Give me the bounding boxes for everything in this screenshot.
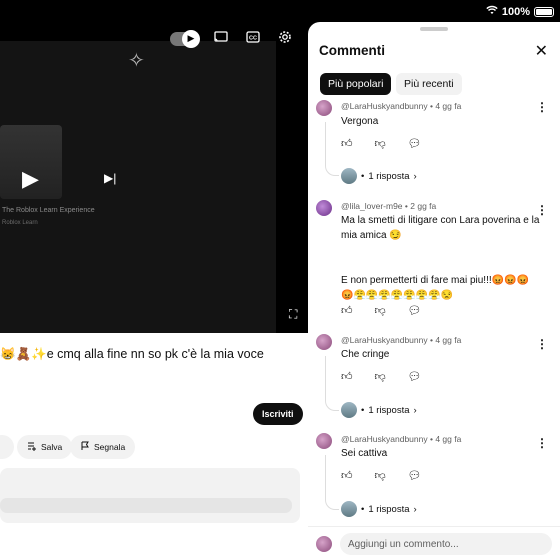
tab-most-popular[interactable]: Più popolari [320, 73, 392, 95]
reply-icon[interactable]: 💬︎ [408, 370, 422, 383]
subscribe-button[interactable]: Iscriviti [253, 403, 303, 425]
report-button[interactable]: Segnala [70, 435, 136, 459]
comment-author[interactable]: @lila_lover-m9e [341, 201, 403, 211]
comment-meta: @LaraHuskyandbunny • 4 gg fa [341, 335, 462, 345]
replies-link[interactable]: • 1 risposta › [341, 168, 417, 184]
gear-icon[interactable] [276, 30, 294, 47]
svg-text:CC: CC [249, 36, 257, 42]
captions-icon[interactable]: CC [244, 31, 262, 46]
comment-actions: 👍︎ 👎︎ 💬︎ [341, 370, 422, 383]
reply-avatar [341, 402, 357, 418]
status-bar: 100% [0, 0, 560, 22]
like-icon[interactable]: 👍︎ [341, 370, 353, 383]
comment-text: Ma la smetti di litigare con Lara poveri… [341, 215, 540, 301]
reply-avatar [341, 501, 357, 517]
comment-author[interactable]: @LaraHuskyandbunny [341, 101, 428, 111]
sparkle-icon: ✧ [128, 50, 145, 72]
replies-count: 1 risposta [368, 503, 410, 515]
endscreen-channel: Roblox Learn [2, 220, 38, 226]
reply-bullet: • [361, 503, 365, 515]
next-icon[interactable]: ▶| [104, 171, 116, 185]
chevron-right-icon: › [413, 404, 417, 416]
comment-text: Vergona [341, 116, 379, 127]
dislike-icon[interactable]: 👎︎ [375, 304, 386, 317]
dislike-icon[interactable]: 👎︎ [375, 137, 386, 150]
description-box[interactable] [0, 468, 300, 523]
video-info: 😸🧸✨e cmq alla fine nn so pk c'è la mia v… [0, 333, 308, 560]
endscreen-title: The Roblox Learn Experience [2, 207, 95, 214]
autoplay-toggle[interactable]: ▶ [170, 29, 200, 48]
comment-meta: @LaraHuskyandbunny • 4 gg fa [341, 101, 462, 111]
replies-count: 1 risposta [368, 404, 410, 416]
save-icon [27, 441, 37, 453]
battery-percentage: 100% [501, 5, 530, 18]
comment-text: Sei cattiva [341, 448, 388, 459]
chevron-right-icon: › [413, 503, 417, 515]
panel-title: Commenti [319, 43, 386, 58]
dislike-icon[interactable]: 👎︎ [375, 370, 386, 383]
replies-link[interactable]: • 1 risposta › [341, 501, 417, 517]
video-title: 😸🧸✨e cmq alla fine nn so pk c'è la mia v… [0, 347, 264, 361]
avatar[interactable] [316, 100, 332, 116]
player-top-controls: ▶ CC [170, 29, 294, 48]
add-comment-input[interactable]: Aggiungi un commento... [340, 533, 552, 555]
drag-handle[interactable] [420, 27, 448, 31]
description-bar [0, 498, 292, 513]
like-icon[interactable]: 👍︎ [341, 304, 353, 317]
avatar[interactable] [316, 433, 332, 449]
partial-chip[interactable] [0, 435, 14, 459]
comment-author[interactable]: @LaraHuskyandbunny [341, 335, 428, 345]
battery-icon [534, 6, 554, 17]
reply-icon[interactable]: 💬︎ [408, 469, 422, 482]
app-root: 100% ▶ CC ✧ The Roblox Learn Experience … [0, 0, 560, 560]
add-comment-bar: Aggiungi un commento... [308, 526, 560, 560]
comment-text: Che cringe [341, 349, 390, 360]
comment-meta: @lila_lover-m9e • 2 gg fa [341, 201, 437, 211]
user-avatar [316, 536, 332, 552]
replies-count: 1 risposta [368, 170, 410, 182]
autoplay-play-icon: ▶ [182, 29, 200, 48]
save-button[interactable]: Salva [17, 435, 73, 459]
chevron-right-icon: › [413, 170, 417, 182]
close-icon[interactable]: ✕ [535, 41, 548, 61]
cast-icon[interactable] [212, 31, 230, 46]
reply-bullet: • [361, 404, 365, 416]
wifi-icon [486, 5, 498, 18]
thread-line [325, 122, 339, 176]
thread-line [325, 455, 339, 510]
fullscreen-icon[interactable]: ⛶ [289, 307, 297, 322]
reply-icon[interactable]: 💬︎ [408, 304, 422, 317]
comment-time: 2 gg fa [410, 201, 437, 211]
comment-time: 4 gg fa [435, 101, 462, 111]
comment-meta: @LaraHuskyandbunny • 4 gg fa [341, 434, 462, 444]
replies-link[interactable]: • 1 risposta › [341, 402, 417, 418]
avatar[interactable] [316, 334, 332, 350]
comment-time: 4 gg fa [435, 335, 462, 345]
more-options-icon[interactable]: ⋮ [536, 100, 548, 114]
like-icon[interactable]: 👍︎ [341, 469, 353, 482]
comment-actions: 👍︎ 👎︎ 💬︎ [341, 469, 422, 482]
reply-icon[interactable]: 💬︎ [408, 137, 422, 150]
comment-actions: 👍︎ 👎︎ 💬︎ [341, 304, 422, 317]
comment-author[interactable]: @LaraHuskyandbunny [341, 434, 428, 444]
play-icon[interactable]: ▶ [22, 166, 39, 192]
video-player-area: ▶ CC ✧ The Roblox Learn Experience Roblo… [0, 0, 308, 333]
comments-panel: Commenti ✕ Più popolari Più recenti @Lar… [308, 22, 560, 560]
flag-icon [80, 441, 90, 453]
reply-bullet: • [361, 170, 365, 182]
reply-avatar [341, 168, 357, 184]
dislike-icon[interactable]: 👎︎ [375, 469, 386, 482]
comment-actions: 👍︎ 👎︎ 💬︎ [341, 137, 422, 150]
like-icon[interactable]: 👍︎ [341, 137, 353, 150]
thread-line [325, 356, 339, 411]
comment-time: 4 gg fa [435, 434, 462, 444]
tab-most-recent[interactable]: Più recenti [396, 73, 462, 95]
report-label: Segnala [94, 442, 126, 452]
save-label: Salva [41, 442, 63, 452]
avatar[interactable] [316, 200, 332, 216]
